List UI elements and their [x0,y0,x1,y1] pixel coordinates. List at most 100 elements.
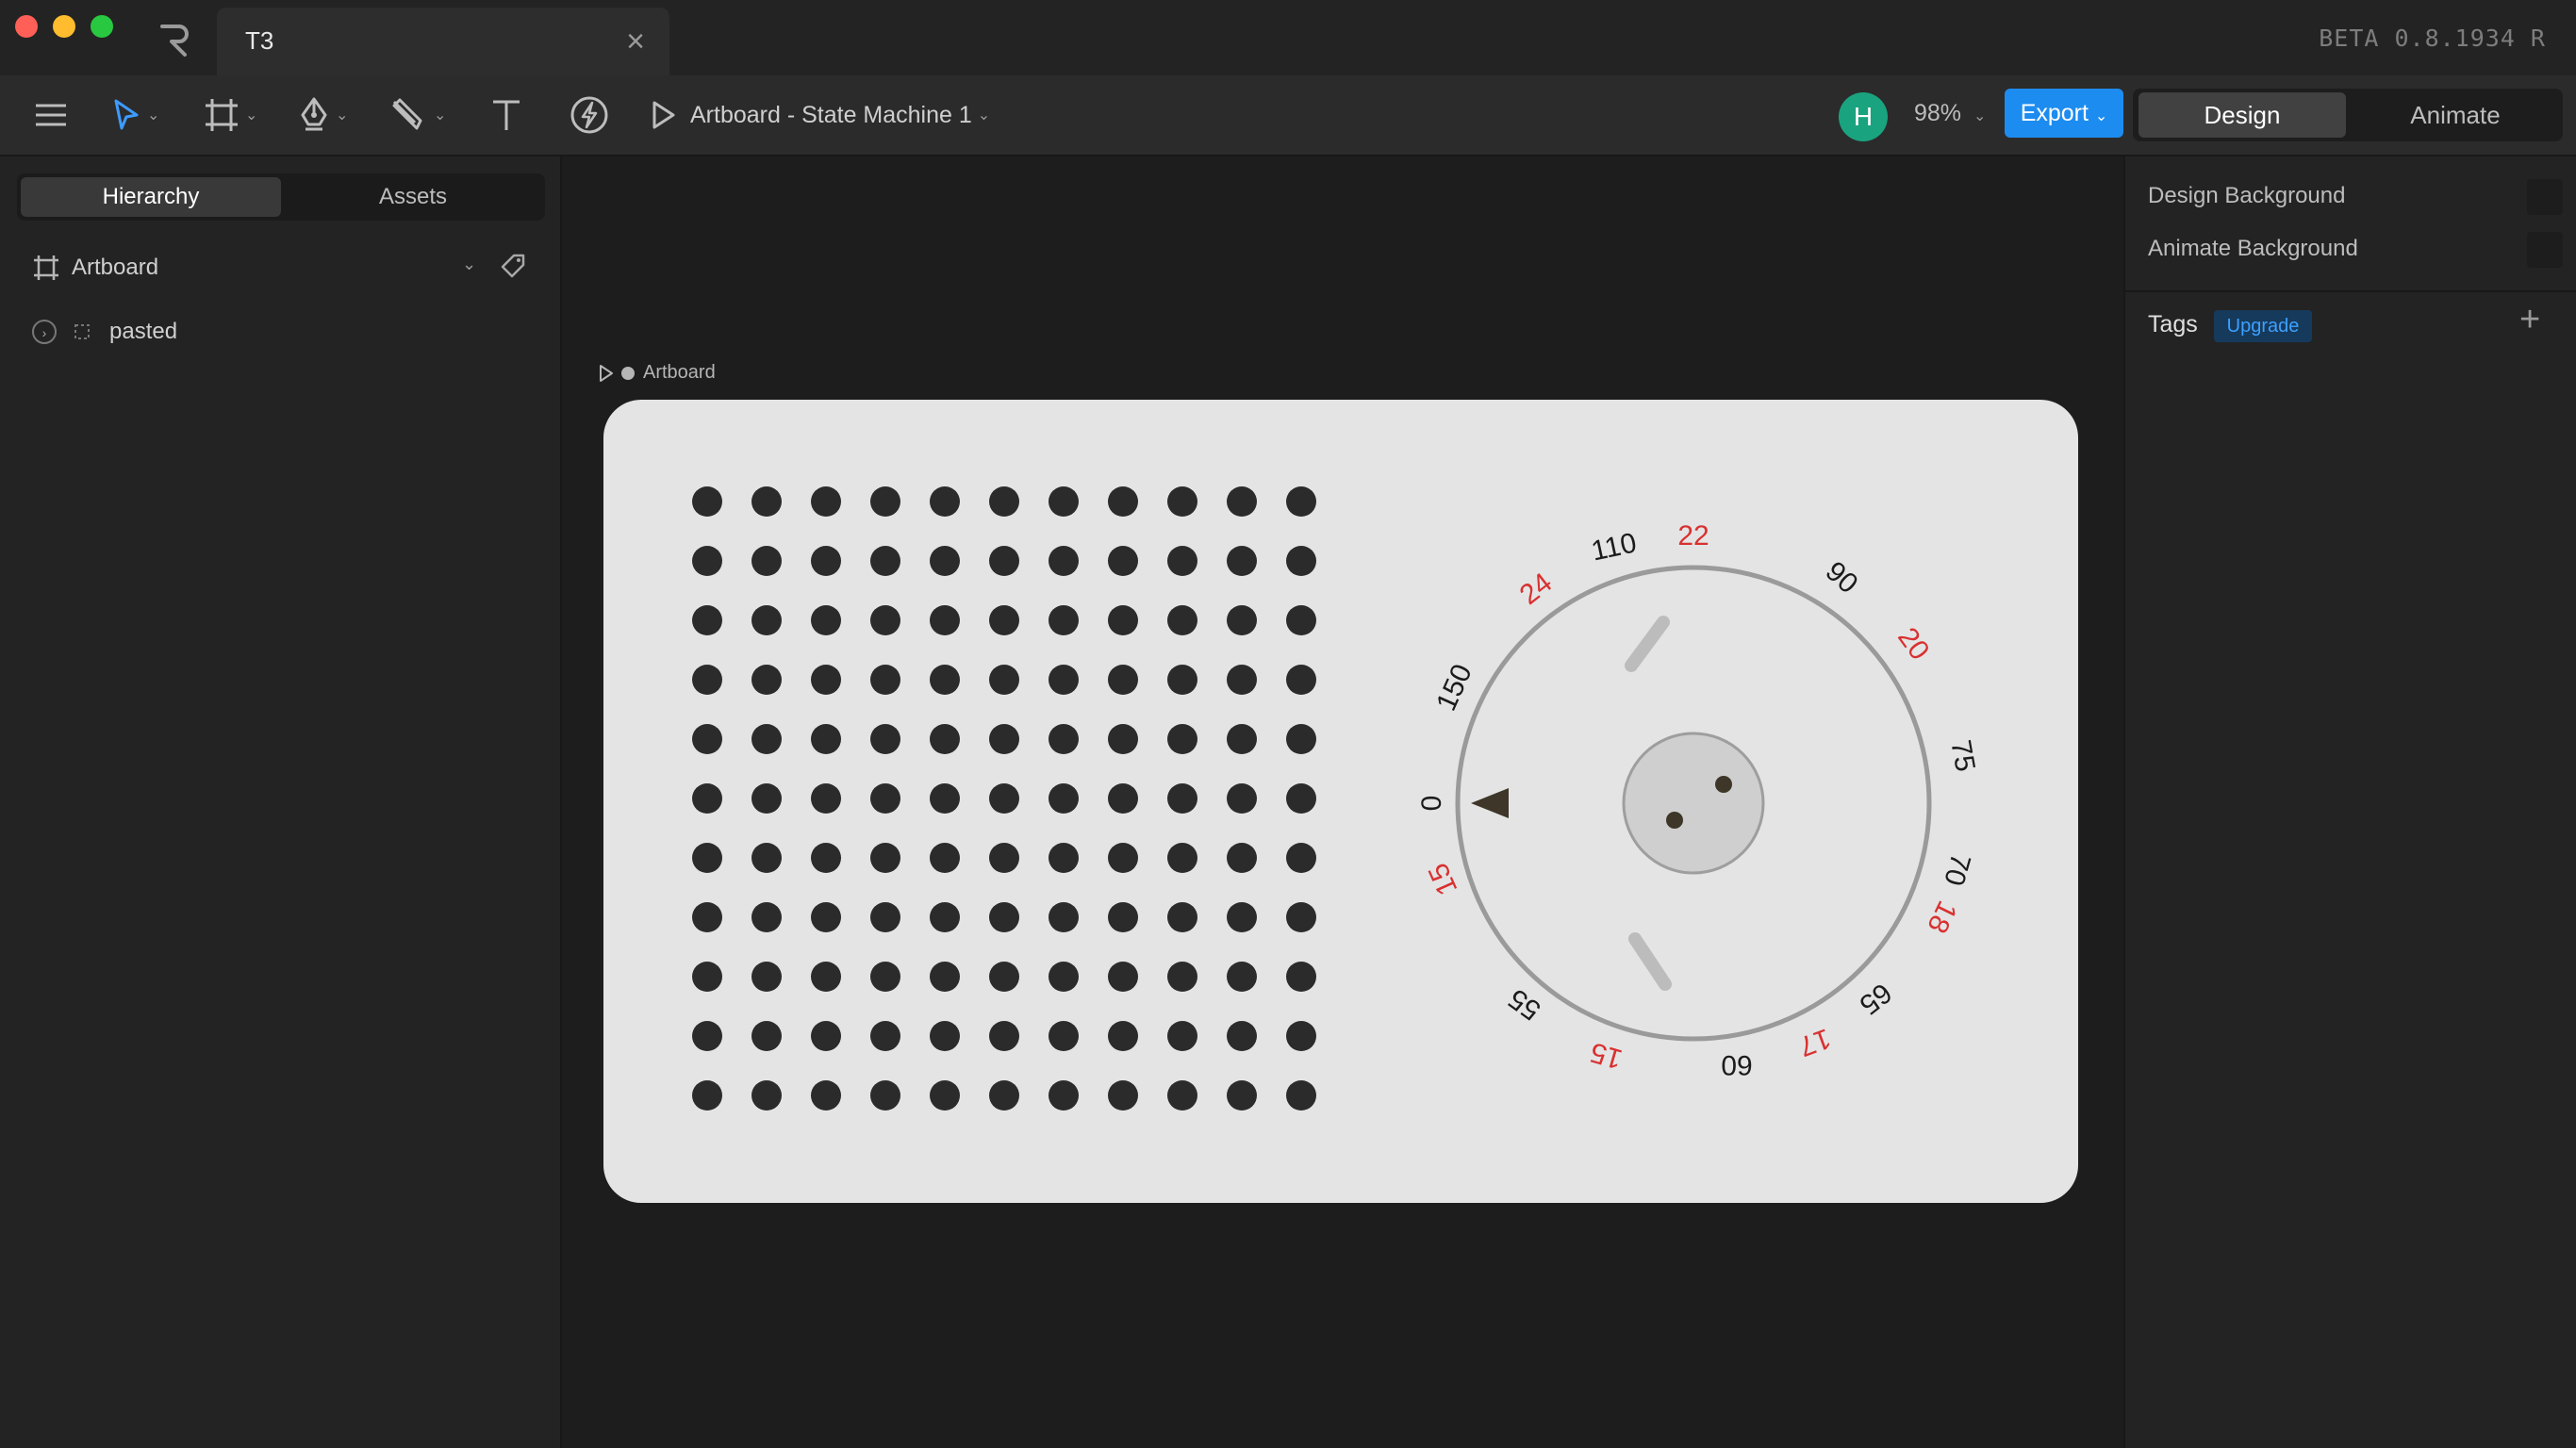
zoom-window-button[interactable] [91,15,113,38]
speaker-dot [870,902,900,932]
speaker-dot [1108,1021,1138,1051]
speaker-dot [811,843,841,873]
text-icon [493,100,520,130]
dial-label: 55 [1503,982,1546,1026]
dial-label-red: 18 [1921,896,1962,937]
dial-label: 75 [1944,737,1980,774]
speaker-dot [811,962,841,992]
speaker-dot [989,605,1019,635]
chevron-down-icon[interactable]: ⌄ [462,255,476,274]
speaker-dot [1049,783,1079,814]
expand-chevron-icon[interactable]: › [32,320,57,344]
speaker-dot [1227,843,1257,873]
speaker-dot [811,1021,841,1051]
dial-label-red: 15 [1423,859,1464,900]
animate-background-row[interactable]: Animate Background [2148,230,2563,268]
speaker-dot [1286,962,1316,992]
speaker-dot [930,605,960,635]
events-tool-button[interactable] [570,92,609,138]
tag-icon[interactable] [500,253,526,279]
pointer-triangle-icon [1471,788,1509,818]
speaker-dot [692,843,722,873]
speaker-dot [870,546,900,576]
speaker-dot [1167,783,1197,814]
dial-knob[interactable] [1622,732,1765,875]
speaker-dot [1167,1021,1197,1051]
zoom-value: 98% [1914,100,1962,126]
hierarchy-item-artboard[interactable]: Artboard ⌄ [32,249,532,287]
speaker-dot [692,724,722,754]
export-button[interactable]: Export ⌄ [2005,89,2123,138]
chevron-down-icon: ⌄ [434,107,447,123]
speaker-dot [1049,902,1079,932]
speaker-dot [811,1080,841,1111]
dial-label: 0 [1416,796,1447,812]
animate-background-swatch[interactable] [2527,232,2563,268]
speaker-dot [989,546,1019,576]
speaker-dot [989,1080,1019,1111]
speaker-dot [692,665,722,695]
speaker-dot [1108,962,1138,992]
pen-tool-button[interactable]: ⌄ [298,92,348,138]
record-dot-icon [621,366,635,380]
tuning-dial[interactable]: 110 90 75 70 65 60 55 150 0 22 24 20 18 … [1416,520,1981,1080]
knob-dot [1666,812,1683,829]
artboard[interactable]: 110 90 75 70 65 60 55 150 0 22 24 20 18 … [603,400,2078,1203]
speaker-dot [1286,546,1316,576]
speaker-dot [1167,902,1197,932]
speaker-dot [751,665,782,695]
speaker-dot [1108,724,1138,754]
select-tool-button[interactable]: ⌄ [111,92,159,138]
tab-hierarchy[interactable]: Hierarchy [21,177,281,217]
play-icon [652,101,675,129]
close-window-button[interactable] [15,15,38,38]
speaker-dot [811,605,841,635]
canvas[interactable]: Artboard 110 90 75 70 65 60 55 150 0 22 … [562,156,2122,1448]
artboard-state-selector[interactable]: Artboard - State Machine 1 ⌄ [651,92,990,138]
speaker-dot [811,486,841,517]
artboard-tool-button[interactable]: ⌄ [204,92,257,138]
artboard-graphic: 110 90 75 70 65 60 55 150 0 22 24 20 18 … [692,486,1981,1111]
design-background-row[interactable]: Design Background [2148,177,2563,215]
speaker-dot [751,605,782,635]
tab-design[interactable]: Design [2138,92,2346,138]
toolbar: ⌄ ⌄ ⌄ ⌄ Artboard - State Machine 1 ⌄ H 9… [0,75,2576,156]
dial-label: 65 [1854,977,1898,1021]
speaker-dot [1286,486,1316,517]
menu-button[interactable] [34,92,68,138]
hierarchy-item-pasted[interactable]: › pasted [32,313,177,351]
chevron-down-icon: ⌄ [336,107,349,123]
speaker-dot [751,783,782,814]
dial-label: 110 [1589,527,1640,567]
speaker-dot [811,783,841,814]
speaker-dot [1049,724,1079,754]
design-background-swatch[interactable] [2527,179,2563,215]
shape-tool-button[interactable]: ⌄ [390,92,446,138]
minimize-window-button[interactable] [53,15,75,38]
speaker-dot [870,486,900,517]
close-tab-icon[interactable]: × [626,23,645,60]
speaker-dot [870,724,900,754]
dial-label: 70 [1938,850,1976,889]
zoom-dropdown[interactable]: 98% ⌄ [1914,100,1986,127]
tab-animate[interactable]: Animate [2352,92,2559,138]
speaker-dot [1167,665,1197,695]
speaker-dot [1049,843,1079,873]
text-tool-button[interactable] [490,92,522,138]
document-tab[interactable]: T3 × [217,8,669,75]
speaker-dot [692,1080,722,1111]
artboard-title[interactable]: Artboard [598,362,716,384]
speaker-dot [1286,1080,1316,1111]
speaker-dot [1167,486,1197,517]
speaker-dot [1108,902,1138,932]
dial-mark-lower [1628,932,1672,991]
add-tag-plus-icon[interactable]: + [2519,300,2540,340]
speaker-dot [1108,1080,1138,1111]
user-avatar[interactable]: H [1839,92,1888,141]
speaker-dot [692,546,722,576]
speaker-dot [870,962,900,992]
artboard-icon [34,255,58,280]
hamburger-icon [36,104,66,126]
tab-assets[interactable]: Assets [285,177,541,217]
upgrade-badge[interactable]: Upgrade [2214,310,2312,342]
